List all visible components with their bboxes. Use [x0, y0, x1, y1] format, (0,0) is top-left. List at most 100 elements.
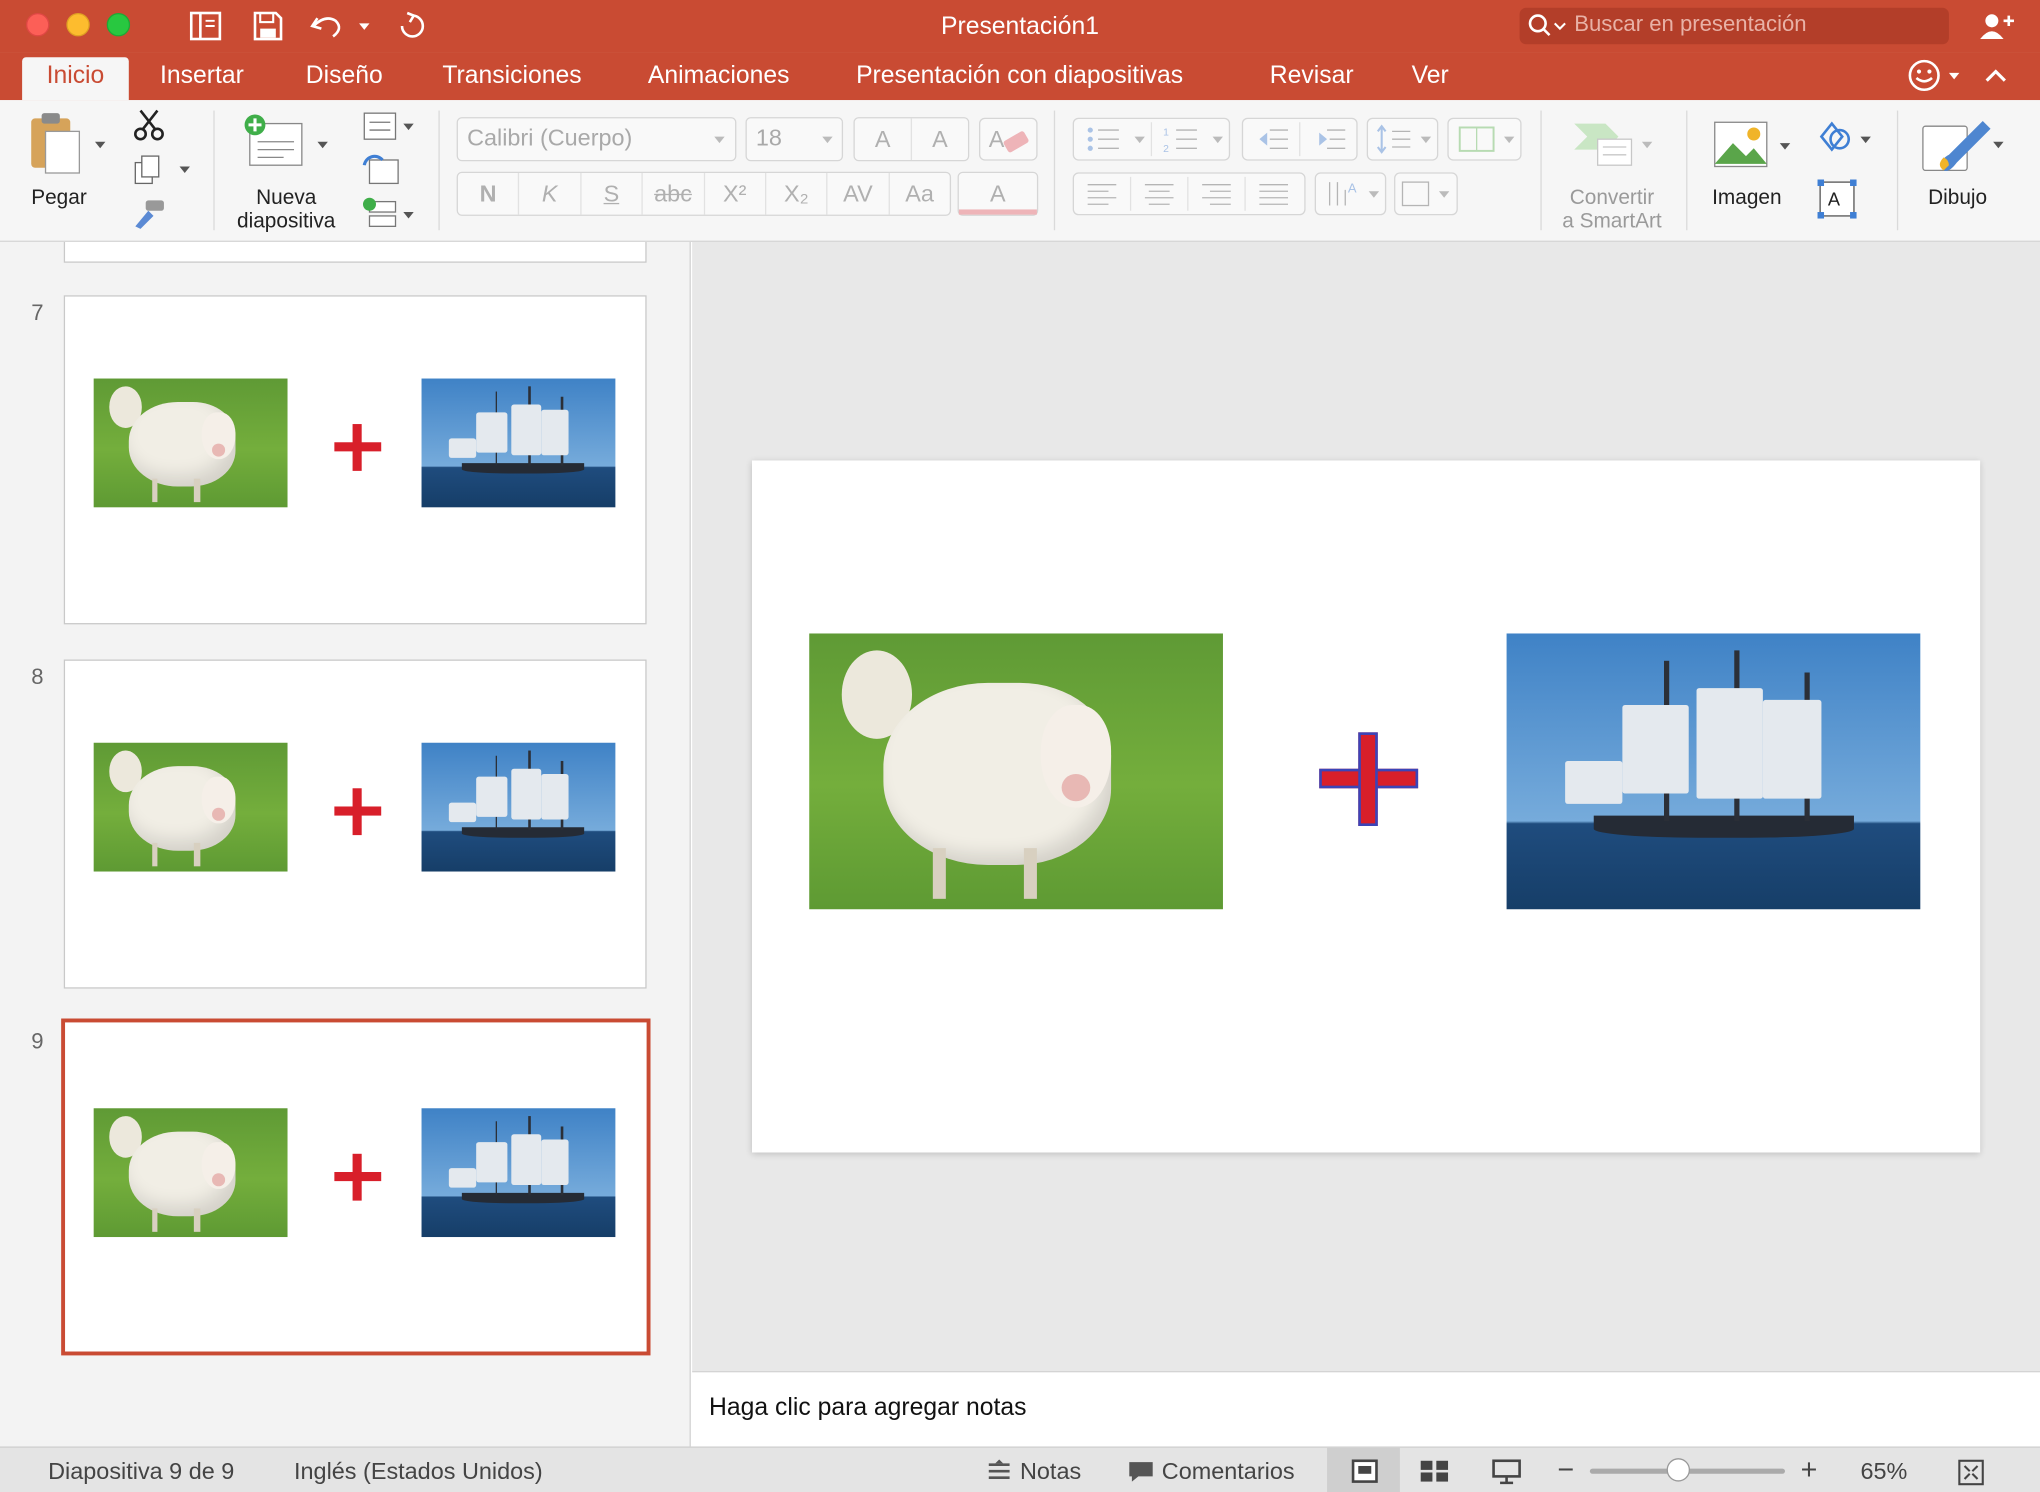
status-bar: Diapositiva 9 de 9 Inglés (Estados Unido… [0, 1446, 2040, 1492]
new-slide-label[interactable]: Nueva diapositiva [232, 187, 341, 234]
new-slide-icon[interactable] [242, 113, 307, 170]
plus-sign [334, 1153, 382, 1201]
font-size-caret [822, 136, 833, 144]
format-painter-icon[interactable] [130, 198, 169, 232]
tab-ver[interactable]: Ver [1412, 62, 1449, 91]
indent-icon[interactable] [1241, 117, 1358, 161]
zoom-in-button[interactable]: + [1801, 1453, 1818, 1487]
sheep-image [93, 1108, 288, 1238]
ship-image[interactable] [1506, 633, 1921, 910]
presenter-view-icon[interactable] [1491, 1458, 1522, 1485]
change-case-button[interactable]: Aa [889, 173, 949, 215]
collapse-ribbon-icon[interactable] [1983, 65, 2009, 86]
plus-sign[interactable] [1319, 732, 1419, 826]
sheep-image [93, 742, 288, 872]
slide-thumbnail-7[interactable] [63, 295, 647, 625]
paste-label[interactable]: Pegar [31, 187, 87, 210]
image-icon[interactable] [1712, 120, 1793, 172]
subscript-button[interactable]: X₂ [766, 173, 828, 215]
language-indicator[interactable]: Inglés (Estados Unidos) [294, 1458, 543, 1485]
font-name-select[interactable]: Calibri (Cuerpo) [456, 117, 737, 162]
shrink-font-button[interactable]: A [912, 118, 968, 160]
slide-editor-canvas[interactable] [692, 241, 2040, 1372]
tab-transiciones[interactable]: Transiciones [442, 62, 581, 91]
tab-revisar[interactable]: Revisar [1270, 62, 1354, 91]
sheep-image[interactable] [809, 633, 1223, 910]
paste-dropdown[interactable] [94, 141, 106, 149]
plus-sign [334, 424, 382, 471]
textbox-icon[interactable]: A [1816, 178, 1858, 220]
tab-presentacion[interactable]: Presentación con diapositivas [856, 62, 1183, 91]
font-color-group: A [957, 171, 1039, 216]
alignment-icon[interactable] [1072, 172, 1306, 216]
slide-thumbnail-9-selected[interactable] [61, 1018, 651, 1356]
slide-thumbnail-8[interactable] [63, 659, 647, 989]
slide-thumbnail-partial[interactable] [63, 241, 647, 263]
strikethrough-button[interactable]: abc [643, 173, 705, 215]
superscript-button[interactable]: X² [705, 173, 767, 215]
title-bar: Presentación1 Buscar en presentación [0, 0, 2040, 53]
normal-view-button[interactable] [1327, 1447, 1400, 1492]
comments-toggle[interactable]: Comentarios [1162, 1458, 1295, 1485]
normal-view-icon [1351, 1459, 1378, 1483]
slide-number: 9 [31, 1028, 44, 1054]
image-label[interactable]: Imagen [1712, 187, 1781, 210]
bold-button[interactable]: N [458, 173, 520, 215]
grow-font-button[interactable]: A [855, 118, 913, 160]
layout-icon[interactable] [362, 111, 419, 142]
add-user-icon[interactable] [1978, 10, 2017, 41]
reset-slide-icon[interactable] [362, 152, 401, 186]
ship-image [421, 1108, 616, 1238]
section-icon[interactable] [362, 196, 419, 230]
cut-icon[interactable] [133, 108, 167, 142]
zoom-slider-thumb[interactable] [1665, 1458, 1690, 1482]
underline-button[interactable]: S [581, 173, 643, 215]
clear-format-icon[interactable]: A [978, 117, 1038, 161]
slide-thumbnail-pane[interactable]: 7 8 9 [0, 241, 691, 1447]
sheep-image [93, 378, 288, 508]
copy-icon[interactable] [133, 153, 193, 187]
character-spacing-button[interactable]: AV [828, 173, 890, 215]
zoom-out-button[interactable]: − [1557, 1453, 1574, 1487]
smartart-label[interactable]: Convertir a SmartArt [1553, 187, 1670, 234]
new-slide-dropdown[interactable] [317, 141, 328, 149]
slide-number: 7 [31, 300, 44, 326]
svg-text:1: 1 [1163, 127, 1169, 138]
shapes-icon[interactable] [1816, 118, 1876, 157]
slide-counter: Diapositiva 9 de 9 [48, 1458, 235, 1485]
columns-icon[interactable] [1447, 117, 1522, 161]
tab-diseno[interactable]: Diseño [306, 62, 383, 91]
comments-icon[interactable] [1127, 1459, 1156, 1482]
zoom-level[interactable]: 65% [1860, 1458, 1907, 1485]
draw-label[interactable]: Dibujo [1928, 187, 1987, 210]
ribbon: Pegar Nueva diapositiva Calibri (Cuerpo) … [0, 100, 2040, 242]
line-spacing-icon[interactable] [1366, 117, 1439, 161]
notes-toggle[interactable]: Notas [1020, 1458, 1081, 1485]
tab-inicio[interactable]: Inicio [22, 57, 129, 101]
svg-text:A: A [1828, 190, 1841, 210]
slide-number: 8 [31, 664, 44, 690]
tab-insertar[interactable]: Insertar [160, 62, 244, 91]
italic-button[interactable]: K [520, 173, 582, 215]
smartart-icon[interactable] [1572, 118, 1658, 170]
current-slide[interactable] [751, 460, 1981, 1153]
ship-image [421, 378, 616, 508]
search-input[interactable]: Buscar en presentación [1519, 7, 1949, 45]
bullets-icon[interactable]: 12 [1072, 117, 1231, 161]
fit-slide-icon[interactable] [1957, 1458, 1986, 1487]
search-icon [1528, 14, 1566, 37]
font-style-buttons: N K S abc X² X₂ AV Aa [456, 171, 952, 216]
font-size-buttons: A A [853, 117, 970, 162]
font-color-button[interactable]: A [958, 173, 1037, 215]
notes-input[interactable]: Haga clic para agregar notas [692, 1371, 2040, 1447]
text-direction-icon[interactable]: A [1314, 172, 1460, 216]
notes-icon[interactable] [986, 1459, 1012, 1482]
smiley-icon[interactable] [1907, 59, 1964, 93]
sorter-view-icon[interactable] [1419, 1459, 1450, 1482]
paste-icon[interactable] [27, 111, 84, 176]
brush-icon[interactable] [1918, 113, 2009, 181]
plus-sign [334, 788, 382, 836]
font-name-caret [714, 136, 725, 144]
tab-animaciones[interactable]: Animaciones [648, 62, 790, 91]
svg-text:A: A [1348, 181, 1357, 196]
